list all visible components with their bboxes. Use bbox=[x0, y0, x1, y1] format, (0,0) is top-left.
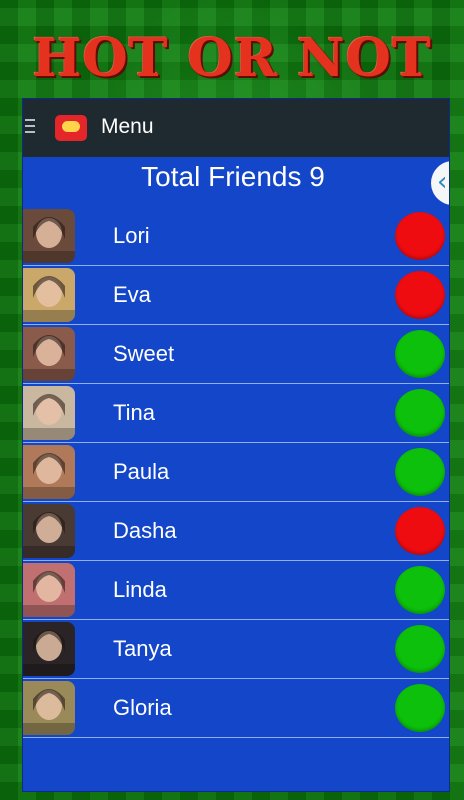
hot-or-not-status-button[interactable] bbox=[395, 625, 445, 673]
list-item[interactable]: Lori bbox=[23, 207, 449, 266]
avatar bbox=[23, 386, 75, 440]
friend-name: Gloria bbox=[113, 695, 172, 720]
list-item[interactable]: Tanya bbox=[23, 620, 449, 679]
avatar bbox=[23, 504, 75, 558]
list-item[interactable]: Paula bbox=[23, 443, 449, 502]
hot-or-not-status-button[interactable] bbox=[395, 389, 445, 437]
list-item[interactable]: Linda bbox=[23, 561, 449, 620]
friend-name: Lori bbox=[113, 223, 150, 248]
friend-name: Tina bbox=[113, 400, 155, 425]
list-item[interactable]: Gloria bbox=[23, 679, 449, 738]
menu-label[interactable]: Menu bbox=[101, 115, 154, 139]
friend-name: Dasha bbox=[113, 518, 177, 543]
avatar bbox=[23, 445, 75, 499]
list-item[interactable]: Sweet bbox=[23, 325, 449, 384]
friend-name: Paula bbox=[113, 459, 170, 484]
action-bar: Menu bbox=[23, 99, 449, 157]
hot-or-not-status-button[interactable] bbox=[395, 271, 445, 319]
hot-or-not-status-button[interactable] bbox=[395, 330, 445, 378]
friend-name: Sweet bbox=[113, 341, 175, 366]
friend-list: Lori Eva Sweet Tina Paula Dasha Linda Tanya Glor… bbox=[23, 207, 449, 738]
hamburger-icon[interactable] bbox=[25, 119, 35, 135]
hot-or-not-status-button[interactable] bbox=[395, 507, 445, 555]
friend-name: Linda bbox=[113, 577, 167, 602]
avatar bbox=[23, 209, 75, 263]
friend-name: Eva bbox=[113, 282, 151, 307]
avatar bbox=[23, 563, 75, 617]
list-item[interactable]: Tina bbox=[23, 384, 449, 443]
app-banner-title: HOT OR NOT bbox=[32, 28, 432, 89]
app-screen: Menu Total Friends 9 ‹ Lori Eva Sweet Tina P… bbox=[22, 98, 450, 792]
hot-or-not-status-button[interactable] bbox=[395, 566, 445, 614]
total-friends-label: Total Friends 9 bbox=[141, 161, 325, 192]
avatar bbox=[23, 622, 75, 676]
hot-or-not-status-button[interactable] bbox=[395, 212, 445, 260]
avatar bbox=[23, 268, 75, 322]
avatar bbox=[23, 681, 75, 735]
hot-or-not-status-button[interactable] bbox=[395, 684, 445, 732]
friend-name: Tanya bbox=[113, 636, 172, 661]
list-item[interactable]: Eva bbox=[23, 266, 449, 325]
hot-or-not-status-button[interactable] bbox=[395, 448, 445, 496]
avatar bbox=[23, 327, 75, 381]
list-item[interactable]: Dasha bbox=[23, 502, 449, 561]
app-logo-icon[interactable] bbox=[55, 115, 87, 141]
